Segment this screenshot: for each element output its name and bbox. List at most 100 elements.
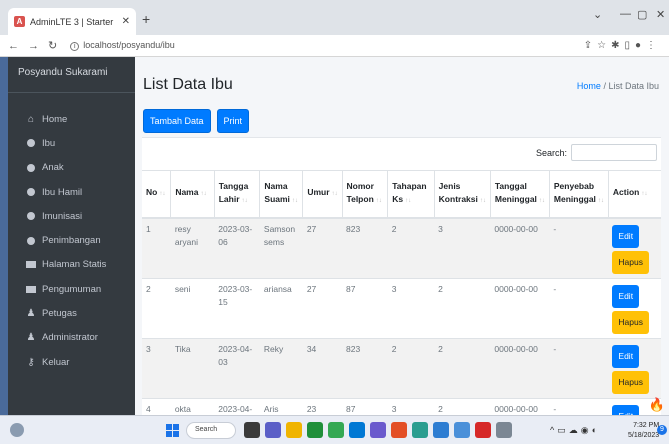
print-button[interactable]: Print	[216, 109, 250, 133]
app-icon[interactable]	[475, 422, 491, 438]
notification-badge[interactable]: 9	[657, 425, 667, 435]
table-row: 3 Tika 2023-04-03 Reky 34 823 2 2 0000-0…	[142, 337, 661, 398]
tab-title: AdminLTE 3 | Starter	[30, 16, 114, 27]
home-icon: ⌂	[27, 113, 35, 125]
brand-title[interactable]: Posyandu Sukarami	[8, 57, 135, 93]
sidebar-item-keluar[interactable]: ⚷ Keluar	[8, 350, 135, 374]
delete-button[interactable]: Hapus	[612, 250, 649, 274]
back-icon[interactable]: ←	[8, 40, 19, 52]
chrome-icon[interactable]	[328, 422, 344, 438]
url-field[interactable]: i localhost/posyandu/ibu	[70, 40, 575, 51]
header-tanggal-meninggal[interactable]: Tanggal Meninggal ↑↓	[489, 170, 550, 219]
delete-button[interactable]: Hapus	[612, 310, 649, 334]
header-label: Nomor Telpon	[346, 180, 374, 204]
address-bar: ← → ↻ i localhost/posyandu/ibu ⇪☆✱▯●⋮	[0, 35, 669, 57]
sidebar-item-petugas[interactable]: ♟ Petugas	[8, 301, 135, 325]
info-icon[interactable]: i	[70, 42, 80, 51]
edit-button[interactable]: Edit	[612, 284, 640, 308]
header-nama-suami[interactable]: Nama Suami ↑↓	[259, 170, 303, 219]
circle-icon	[26, 236, 36, 246]
breadcrumb-current: List Data Ibu	[608, 81, 659, 91]
cell-suami: Samson sems	[259, 217, 303, 278]
header-tahapan-ks[interactable]: Tahapan Ks ↑↓	[387, 170, 435, 219]
reload-icon[interactable]: ↻	[48, 39, 57, 52]
breadcrumb-home-link[interactable]: Home	[577, 81, 601, 91]
search-input[interactable]	[571, 144, 657, 161]
sidebar-item-anak[interactable]: Anak	[8, 156, 135, 180]
header-label: Jenis Kontraksi	[438, 180, 478, 204]
minimize-icon[interactable]: —	[620, 8, 631, 20]
cell-tahapan: 2	[387, 337, 435, 398]
add-data-button[interactable]: Tambah Data	[143, 109, 211, 133]
app-icon[interactable]	[496, 422, 512, 438]
app-icon[interactable]	[307, 422, 323, 438]
header-tanggal-lahir[interactable]: Tangga Lahir ↑↓	[213, 170, 260, 219]
close-tab-icon[interactable]: ✕	[122, 16, 130, 27]
app-icon[interactable]	[265, 422, 281, 438]
circle-icon	[26, 187, 36, 197]
cell-meninggal: 0000-00-00	[490, 277, 550, 338]
sidebar-item-ibu-hamil[interactable]: Ibu Hamil	[8, 180, 135, 204]
cell-action: Edit Hapus	[608, 337, 661, 398]
cell-kontraksi: 2	[434, 337, 491, 398]
app-icon[interactable]	[433, 422, 449, 438]
cell-meninggal: 0000-00-00	[490, 217, 550, 278]
delete-button[interactable]: Hapus	[612, 370, 649, 394]
close-window-icon[interactable]: ✕	[656, 8, 665, 21]
sort-icon: ↑↓	[331, 191, 338, 198]
cell-telpon: 823	[342, 337, 388, 398]
folder-icon[interactable]	[286, 422, 302, 438]
cell-tahapan: 2	[387, 217, 435, 278]
sidebar-item-label: Pengumuman	[42, 283, 102, 295]
header-label: Umur	[307, 187, 330, 198]
browser-actions-icon[interactable]: ⇪☆✱▯●⋮	[584, 40, 661, 51]
sidebar-item-label: Home	[42, 113, 68, 125]
header-label: Action	[612, 187, 640, 198]
app-icon[interactable]	[454, 422, 470, 438]
browser-tab[interactable]: A AdminLTE 3 | Starter ✕	[8, 8, 136, 35]
chevron-down-icon[interactable]: ⌄	[593, 8, 602, 21]
header-no[interactable]: No ↑↓	[142, 170, 171, 219]
header-penyebab-meninggal[interactable]: Penyebab Meninggal ↑↓	[548, 170, 609, 219]
sidebar-item-penimbangan[interactable]: Penimbangan	[8, 228, 135, 252]
cell-telpon: 823	[342, 217, 388, 278]
cell-lahir: 2023-03-15	[214, 277, 260, 338]
header-nomor-telpon[interactable]: Nomor Telpon ↑↓	[341, 170, 388, 219]
header-jenis-kontraksi[interactable]: Jenis Kontraksi ↑↓	[433, 170, 491, 219]
sidebar-item-home[interactable]: ⌂ Home	[8, 107, 135, 131]
windows-start-icon[interactable]	[166, 424, 179, 437]
system-tray-icons[interactable]: ^▭☁◉◐	[550, 425, 600, 436]
sidebar-item-administrator[interactable]: ♟ Administrator	[8, 326, 135, 350]
cell-umur: 27	[302, 277, 343, 338]
edit-button[interactable]: Edit	[612, 344, 640, 368]
header-label: No	[146, 187, 158, 198]
app-icon[interactable]	[349, 422, 365, 438]
forward-icon[interactable]: →	[28, 40, 39, 52]
app-icon[interactable]	[370, 422, 386, 438]
sidebar-item-imunisasi[interactable]: Imunisasi	[8, 204, 135, 228]
taskbar-clock[interactable]: 7:32 PM 5/18/2023	[628, 421, 659, 441]
cell-lahir: 2023-04-04	[214, 397, 260, 415]
sidebar-item-halaman-statis[interactable]: Halaman Statis	[8, 253, 135, 277]
sort-icon: ↑↓	[241, 197, 248, 204]
sort-icon: ↑↓	[538, 197, 545, 204]
header-action[interactable]: Action ↑↓	[607, 170, 661, 219]
taskbar-search[interactable]: Search	[186, 422, 236, 439]
url-text: localhost/posyandu/ibu	[83, 40, 175, 50]
sidebar-item-pengumuman[interactable]: Pengumuman	[8, 277, 135, 301]
user-icon: ♟	[26, 332, 36, 344]
sidebar-item-ibu[interactable]: Ibu	[8, 131, 135, 155]
edit-button[interactable]: Edit	[612, 224, 640, 248]
app-icon[interactable]	[391, 422, 407, 438]
maximize-icon[interactable]: ▢	[637, 8, 647, 21]
new-tab-icon[interactable]: +	[142, 11, 150, 27]
cell-penyebab: -	[549, 217, 609, 278]
cell-no: 2	[142, 277, 171, 338]
app-icon[interactable]	[244, 422, 260, 438]
edit-button[interactable]: Edit	[612, 404, 640, 415]
header-nama[interactable]: Nama ↑↓	[170, 170, 215, 219]
cell-nama: resy aryani	[170, 217, 215, 278]
weather-icon[interactable]	[10, 423, 24, 437]
header-umur[interactable]: Umur ↑↓	[302, 170, 343, 219]
app-icon[interactable]	[412, 422, 428, 438]
